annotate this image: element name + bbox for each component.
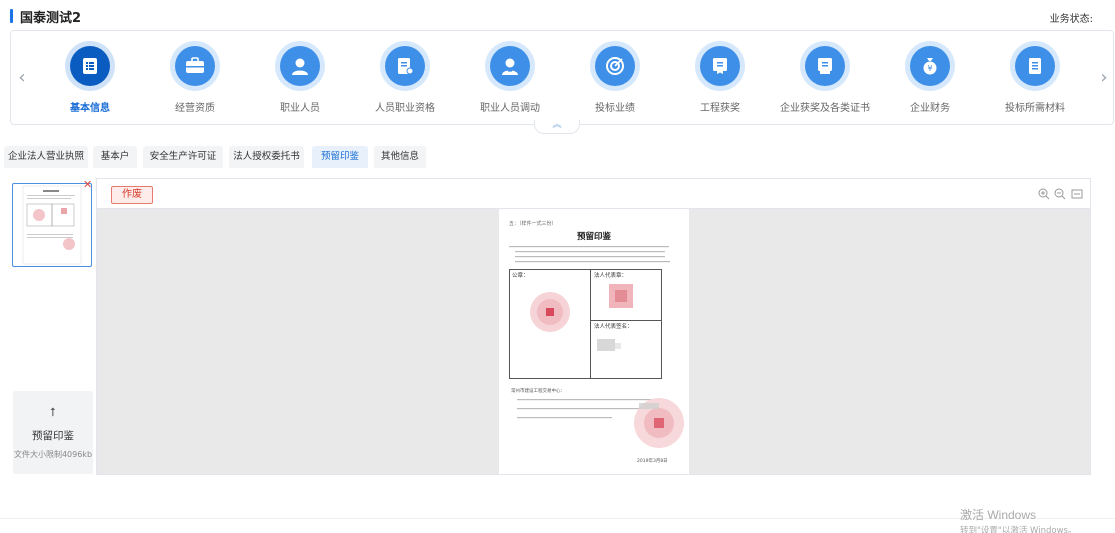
upload-seal-button[interactable]: ⭡ 预留印鉴 文件大小限制4096kb [13, 391, 93, 474]
title-accent-bar [10, 9, 13, 23]
thumbnail-preview [22, 185, 82, 265]
document-instructions-lines [509, 246, 670, 263]
briefcase-icon [186, 57, 204, 73]
money-bag-icon: ¥ [923, 58, 937, 75]
nav-item-bid-materials[interactable]: 投标所需材料 [983, 41, 1087, 121]
document-canvas: 五：（样件一式三份） 预留印鉴 公章： 法人代表章： 法人代表签名： 常州市建设… [97, 209, 1090, 474]
nav-item-label: 投标业绩 [595, 103, 635, 114]
upload-icon: ⭡ [50, 405, 56, 419]
collapse-nav-button[interactable]: ︽ [534, 120, 580, 134]
nav-item-finance[interactable]: ¥ 企业财务 [878, 41, 982, 121]
upload-label: 预留印鉴 [32, 430, 74, 442]
svg-text:¥: ¥ [927, 64, 932, 73]
list-document-icon [83, 58, 97, 74]
zoom-out-icon[interactable] [1054, 188, 1066, 200]
void-button[interactable]: 作废 [111, 186, 153, 204]
nav-item-label: 企业获奖及各类证书 [780, 103, 870, 114]
seal-label: 公章： [512, 273, 529, 279]
person-transfer-icon [502, 58, 518, 75]
category-nav: ‹ 基本信息 经营资质 职业人员 人员职业资格 职业人员调动 投标业绩 工程获奖… [10, 30, 1114, 125]
legal-rep-seal-label: 法人代表章： [594, 273, 628, 279]
zoom-in-icon[interactable] [1038, 188, 1050, 200]
nav-item-company-awards[interactable]: 企业获奖及各类证书 [773, 41, 877, 121]
document-reference: 五：（样件一式三份） [509, 221, 557, 227]
nav-item-staff-qualification[interactable]: 人员职业资格 [353, 41, 457, 121]
legal-rep-seal-stamp [609, 284, 633, 308]
tab-legal-authorization[interactable]: 法人授权委托书 [229, 146, 304, 168]
document-page: 五：（样件一式三份） 预留印鉴 公章： 法人代表章： 法人代表签名： 常州市建设… [499, 209, 689, 474]
nav-item-staff-transfer[interactable]: 职业人员调动 [458, 41, 562, 121]
company-seal-stamp [530, 292, 570, 332]
nav-item-qualification[interactable]: 经营资质 [143, 41, 247, 121]
legal-rep-signature [597, 339, 621, 351]
tab-reserved-seal[interactable]: 预留印鉴 [312, 146, 368, 168]
tab-safety-license[interactable]: 安全生产许可证 [143, 146, 223, 168]
nav-item-label: 职业人员调动 [480, 103, 540, 114]
nav-item-label: 职业人员 [280, 103, 320, 114]
nav-item-label: 工程获奖 [700, 103, 740, 114]
award-icon [713, 58, 727, 74]
watermark-line-1: 激活 Windows [960, 508, 1037, 522]
nav-item-label: 人员职业资格 [375, 103, 435, 114]
award-certificate-icon [818, 58, 832, 74]
nav-item-label: 基本信息 [70, 103, 110, 114]
windows-activation-watermark: 激活 Windows 转到"设置"以激活 Windows。 [960, 506, 1076, 533]
document-thumbnail[interactable] [12, 183, 92, 267]
nav-item-basic-info[interactable]: 基本信息 [38, 41, 142, 121]
nav-item-bid-performance[interactable]: 投标业绩 [563, 41, 667, 121]
tab-basic-account[interactable]: 基本户 [93, 146, 137, 168]
document-icon [1029, 58, 1041, 74]
legal-rep-sign-label: 法人代表签名： [594, 324, 633, 330]
nav-next-arrow-icon[interactable]: › [1097, 67, 1111, 89]
nav-item-label: 经营资质 [175, 103, 215, 114]
page-title: 国泰测试2 [20, 11, 82, 26]
document-title: 预留印鉴 [576, 232, 611, 242]
document-viewer: 作废 五：（样件一式三份） 预留印鉴 公章： 法人代表章： 法人代表签名： 常州… [96, 178, 1091, 475]
person-icon [292, 58, 308, 75]
bottom-divider [0, 518, 1115, 519]
certificate-document-icon [398, 58, 414, 75]
nav-item-project-awards[interactable]: 工程获奖 [668, 41, 772, 121]
nav-item-label: 投标所需材料 [1005, 103, 1065, 114]
fit-width-icon[interactable] [1071, 188, 1083, 200]
addressee: 常州市建设工程交易中心： [511, 389, 565, 394]
nav-item-staff[interactable]: 职业人员 [248, 41, 352, 121]
business-status-label: 业务状态: [1049, 14, 1093, 25]
viewer-toolbar: 作废 [97, 179, 1090, 209]
watermark-line-2: 转到"设置"以激活 Windows。 [960, 526, 1077, 533]
tab-other-info[interactable]: 其他信息 [374, 146, 426, 168]
double-chevron-up-icon: ︽ [552, 120, 562, 130]
page-header: 国泰测试2 业务状态: [0, 0, 1115, 30]
nav-item-label: 企业财务 [910, 103, 950, 114]
company-seal-stamp-2 [634, 398, 684, 448]
target-icon [606, 57, 624, 75]
document-date: 2019年3月8日 [637, 459, 668, 464]
upload-size-hint: 文件大小限制4096kb [13, 450, 93, 459]
delete-thumbnail-close-icon[interactable]: ✕ [83, 178, 92, 191]
nav-prev-arrow-icon[interactable]: ‹ [15, 67, 29, 89]
tab-business-license[interactable]: 企业法人营业执照 [4, 146, 88, 168]
